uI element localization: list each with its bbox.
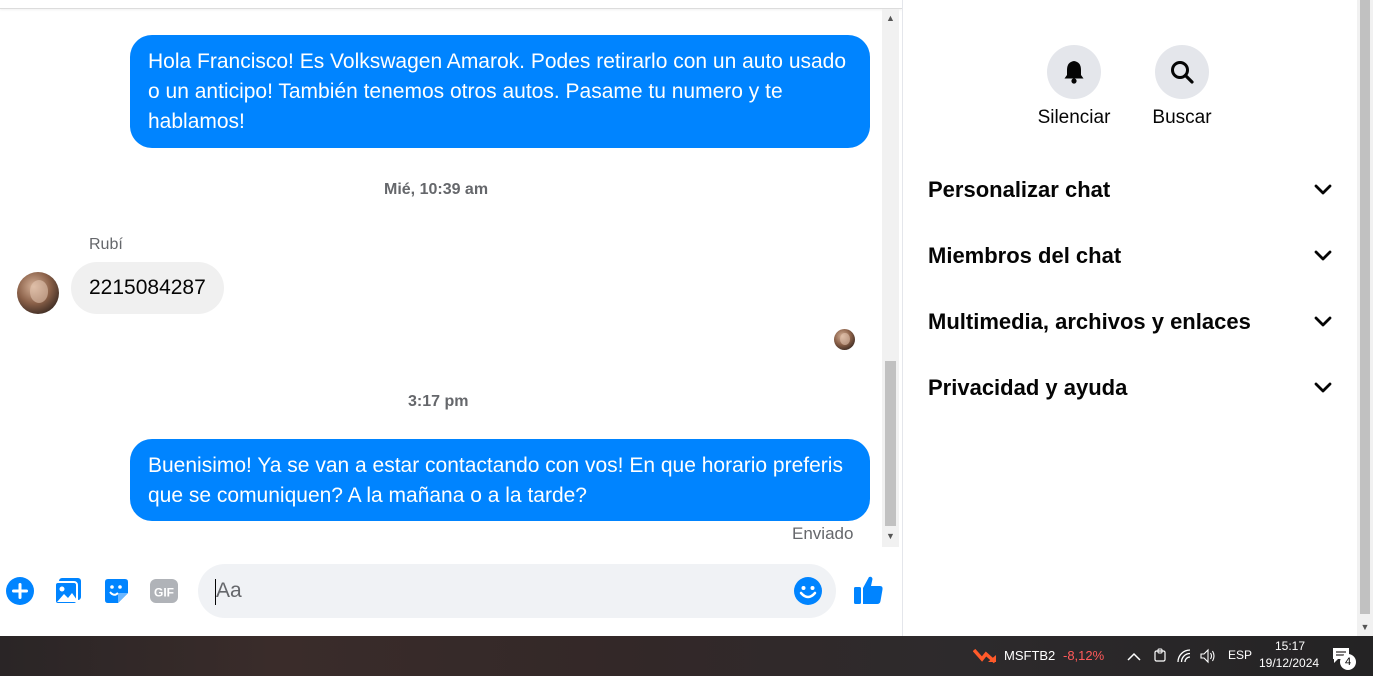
notification-count-badge: 4 <box>1340 654 1356 670</box>
outgoing-message-2[interactable]: Buenisimo! Ya se van a estar contactando… <box>130 439 870 521</box>
sender-name: Rubí <box>89 236 123 253</box>
search-icon <box>1171 61 1194 84</box>
volume-icon[interactable] <box>1199 648 1217 669</box>
page-scroll-down-arrow-icon[interactable]: ▼ <box>1357 620 1373 634</box>
read-receipt-avatar <box>834 329 855 350</box>
section-media-files-links[interactable]: Multimedia, archivos y enlaces <box>928 302 1332 342</box>
clock-date[interactable]: 19/12/2024 <box>1259 656 1319 670</box>
section-label: Personalizar chat <box>928 177 1111 202</box>
section-chat-members[interactable]: Miembros del chat <box>928 236 1332 276</box>
sender-avatar[interactable] <box>17 272 59 314</box>
chevron-down-icon <box>1314 250 1332 261</box>
windows-taskbar: MSFTB2 -8,12% ESP 15:17 19/12/2024 4 <box>0 636 1373 676</box>
sticker-icon[interactable] <box>100 575 132 607</box>
outgoing-message-1[interactable]: Hola Francisco! Es Volkswagen Amarok. Po… <box>130 35 870 148</box>
stock-change: -8,12% <box>1063 648 1105 663</box>
mute-label: Silenciar <box>1037 107 1111 128</box>
chevron-down-icon <box>1314 382 1332 393</box>
like-icon[interactable] <box>852 574 884 606</box>
timestamp-1: Mié, 10:39 am <box>384 181 489 198</box>
search-button[interactable] <box>1155 45 1209 99</box>
gif-icon[interactable]: GIF <box>148 575 180 607</box>
wifi-icon[interactable] <box>1176 648 1194 669</box>
stock-symbol[interactable]: MSFTB2 <box>1004 648 1055 663</box>
meet-now-icon[interactable] <box>1153 648 1167 669</box>
message-text: 2215084287 <box>89 276 206 299</box>
section-label: Privacidad y ayuda <box>928 375 1128 400</box>
search-label: Buscar <box>1152 107 1212 128</box>
section-customize-chat[interactable]: Personalizar chat <box>928 170 1332 210</box>
timestamp-2: 3:17 pm <box>408 393 469 410</box>
clock-time[interactable]: 15:17 <box>1275 639 1305 653</box>
chevron-down-icon <box>1314 184 1332 195</box>
chat-info-panel: Silenciar Buscar Personalizar chat Miemb… <box>902 0 1357 636</box>
chat-scrollbar[interactable]: ▲ ▼ <box>882 9 899 547</box>
chat-pane: Hola Francisco! Es Volkswagen Amarok. Po… <box>0 0 902 636</box>
message-text: Hola Francisco! Es Volkswagen Amarok. Po… <box>148 50 847 133</box>
emoji-icon[interactable] <box>792 575 824 607</box>
section-label: Multimedia, archivos y enlaces <box>928 309 1251 334</box>
chevron-down-icon <box>1314 316 1332 327</box>
header-edge <box>0 0 902 9</box>
section-label: Miembros del chat <box>928 243 1122 268</box>
message-status: Enviado <box>792 524 854 543</box>
page-scrollbar[interactable]: ▼ <box>1357 0 1373 636</box>
chevron-up-icon[interactable] <box>1127 649 1141 667</box>
chat-scrollbar-thumb[interactable] <box>885 361 896 526</box>
incoming-message-1[interactable]: 2215084287 <box>71 262 224 314</box>
gif-label: GIF <box>154 586 174 600</box>
page-scrollbar-thumb[interactable] <box>1360 0 1370 614</box>
language-indicator[interactable]: ESP <box>1228 648 1252 662</box>
section-privacy-help[interactable]: Privacidad y ayuda <box>928 368 1332 408</box>
photo-icon[interactable] <box>52 575 84 607</box>
mute-button[interactable] <box>1047 45 1101 99</box>
scroll-down-arrow-icon[interactable]: ▼ <box>882 529 899 543</box>
scroll-up-arrow-icon[interactable]: ▲ <box>882 11 899 25</box>
stock-trend-icon[interactable] <box>972 647 997 670</box>
message-input[interactable]: Aa <box>198 564 836 618</box>
message-input-placeholder: Aa <box>216 579 242 602</box>
bell-icon <box>1064 61 1084 84</box>
message-text: Buenisimo! Ya se van a estar contactando… <box>148 454 843 507</box>
plus-icon[interactable] <box>4 575 36 607</box>
